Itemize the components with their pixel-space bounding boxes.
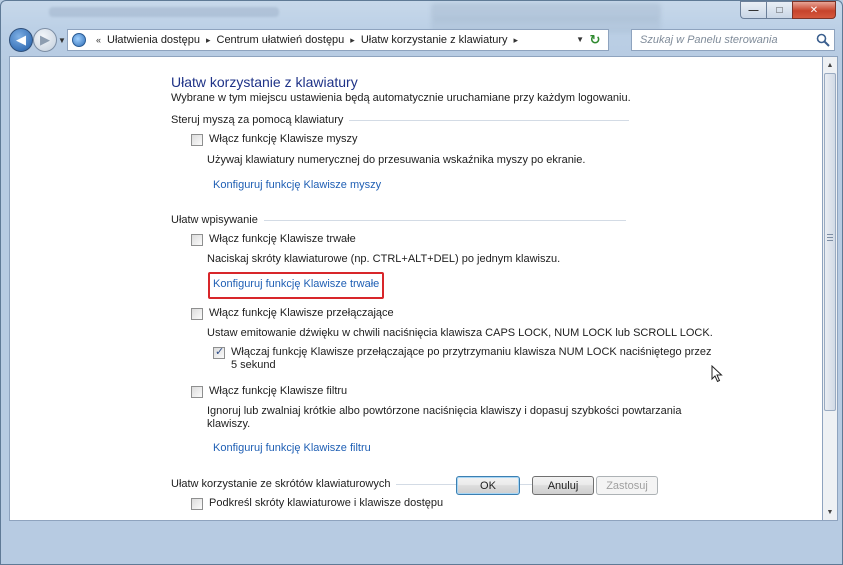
refresh-icon[interactable]: ↻: [586, 31, 604, 49]
recent-pages-dropdown-icon[interactable]: ▼: [58, 36, 66, 45]
apply-button[interactable]: Zastosuj: [596, 476, 658, 495]
sticky-keys-description: Naciskaj skróty klawiaturowe (np. CTRL+A…: [207, 253, 561, 265]
back-arrow-icon: ◀: [16, 32, 26, 47]
caption-buttons: — □ ✕: [740, 1, 836, 19]
section-header-label: Ułatw wpisywanie: [171, 214, 258, 226]
breadcrumb-separator-icon[interactable]: ▸: [514, 35, 519, 46]
scroll-up-arrow-icon[interactable]: ▲: [823, 57, 837, 73]
shortcuts-underline-checkbox[interactable]: [191, 498, 203, 510]
page-subtitle: Wybrane w tym miejscu ustawienia będą au…: [171, 92, 631, 104]
section-header-shortcuts: Ułatw korzystanie ze skrótów klawiaturow…: [171, 478, 593, 490]
filter-keys-checkbox-row[interactable]: Włącz funkcję Klawisze filtru: [191, 385, 347, 398]
search-input[interactable]: Szukaj w Panelu sterowania: [631, 29, 835, 51]
address-dropdown-icon[interactable]: ▼: [576, 35, 584, 44]
filter-keys-description-line1: Ignoruj lub zwalniaj krótkie albo powtór…: [207, 405, 682, 417]
section-divider: [349, 119, 630, 121]
page-title: Ułatw korzystanie z klawiatury: [171, 74, 358, 90]
close-button[interactable]: ✕: [792, 1, 836, 19]
scrollbar-grip-icon: [827, 234, 833, 241]
toggle-keys-checkbox[interactable]: [191, 308, 203, 320]
sticky-keys-label[interactable]: Włącz funkcję Klawisze trwałe: [209, 233, 356, 245]
title-bar[interactable]: — □ ✕: [1, 1, 842, 33]
mouse-pointer-icon: [711, 365, 723, 383]
breadcrumb-separator-icon[interactable]: ▸: [206, 35, 211, 46]
maximize-button[interactable]: □: [766, 1, 792, 19]
filter-keys-checkbox[interactable]: [191, 386, 203, 398]
num-lock-toggle-checkbox[interactable]: [213, 345, 225, 359]
scrollbar-thumb[interactable]: [824, 73, 836, 411]
filter-keys-description: Ignoruj lub zwalniaj krótkie albo powtór…: [207, 405, 681, 431]
overflow-chevron-icon[interactable]: «: [96, 35, 101, 45]
section-header-typing: Ułatw wpisywanie: [171, 214, 626, 226]
mouse-keys-checkbox[interactable]: [191, 134, 203, 146]
search-icon[interactable]: [816, 33, 830, 47]
vertical-scrollbar[interactable]: ▲ ▼: [822, 56, 838, 521]
blurred-title: [49, 7, 279, 17]
minimize-button[interactable]: —: [740, 1, 766, 19]
toggle-keys-label[interactable]: Włącz funkcję Klawisze przełączające: [209, 307, 394, 319]
mouse-keys-label[interactable]: Włącz funkcję Klawisze myszy: [209, 133, 358, 145]
sticky-keys-checkbox[interactable]: [191, 234, 203, 246]
breadcrumb-keyboard[interactable]: Ułatw korzystanie z klawiatury: [361, 34, 508, 46]
scroll-down-arrow-icon[interactable]: ▼: [823, 504, 837, 520]
navigation-bar: ◀ ▶ ▼ « Ułatwienia dostępu ▸ Centrum uła…: [7, 27, 836, 53]
shortcuts-underline-checkbox-row[interactable]: Podkreśl skróty klawiaturowe i klawisze …: [191, 497, 443, 510]
section-divider: [263, 219, 626, 221]
num-lock-toggle-label-line1[interactable]: Włączaj funkcję Klawisze przełączające p…: [231, 346, 712, 359]
num-lock-toggle-label[interactable]: Włączaj funkcję Klawisze przełączające p…: [231, 346, 712, 372]
back-button[interactable]: ◀: [9, 28, 33, 52]
filter-keys-description-line2: klawiszy.: [207, 418, 251, 430]
breadcrumb-separator-icon[interactable]: ▸: [350, 35, 355, 46]
sticky-keys-checkbox-row[interactable]: Włącz funkcję Klawisze trwałe: [191, 233, 356, 246]
num-lock-toggle-checkbox-row[interactable]: Włączaj funkcję Klawisze przełączające p…: [213, 345, 712, 372]
section-header-label: Ułatw korzystanie ze skrótów klawiaturow…: [171, 478, 391, 490]
filter-keys-label[interactable]: Włącz funkcję Klawisze filtru: [209, 385, 347, 397]
shortcuts-underline-label[interactable]: Podkreśl skróty klawiaturowe i klawisze …: [209, 497, 443, 509]
address-bar[interactable]: « Ułatwienia dostępu ▸ Centrum ułatwień …: [67, 29, 609, 51]
configure-mouse-keys-link[interactable]: Konfiguruj funkcję Klawisze myszy: [213, 179, 381, 191]
highlight-box: [208, 272, 384, 299]
configure-filter-keys-link[interactable]: Konfiguruj funkcję Klawisze filtru: [213, 442, 371, 454]
section-header-mouse-keys: Steruj myszą za pomocą klawiatury: [171, 114, 630, 126]
mouse-keys-description: Używaj klawiatury numerycznej do przesuw…: [207, 154, 586, 166]
forward-arrow-icon: ▶: [40, 32, 50, 47]
toggle-keys-checkbox-row[interactable]: Włącz funkcję Klawisze przełączające: [191, 307, 394, 320]
forward-button[interactable]: ▶: [33, 28, 57, 52]
num-lock-toggle-label-line2[interactable]: 5 sekund: [231, 359, 712, 372]
cancel-button[interactable]: Anuluj: [532, 476, 594, 495]
control-panel-icon: [72, 33, 86, 47]
mouse-keys-checkbox-row[interactable]: Włącz funkcję Klawisze myszy: [191, 133, 358, 146]
content-pane: Ułatw korzystanie z klawiatury Wybrane w…: [9, 56, 822, 521]
search-placeholder: Szukaj w Panelu sterowania: [640, 34, 778, 46]
control-panel-window: — □ ✕ ◀ ▶ ▼ « Ułatwienia dostępu ▸ Centr…: [0, 0, 843, 565]
breadcrumb-ease-of-access-center[interactable]: Centrum ułatwień dostępu: [217, 34, 345, 46]
breadcrumb-ease-of-access[interactable]: Ułatwienia dostępu: [107, 34, 200, 46]
toggle-keys-description: Ustaw emitowanie dźwięku w chwili naciśn…: [207, 327, 713, 339]
section-header-label: Steruj myszą za pomocą klawiatury: [171, 114, 344, 126]
ok-button[interactable]: OK: [456, 476, 520, 495]
